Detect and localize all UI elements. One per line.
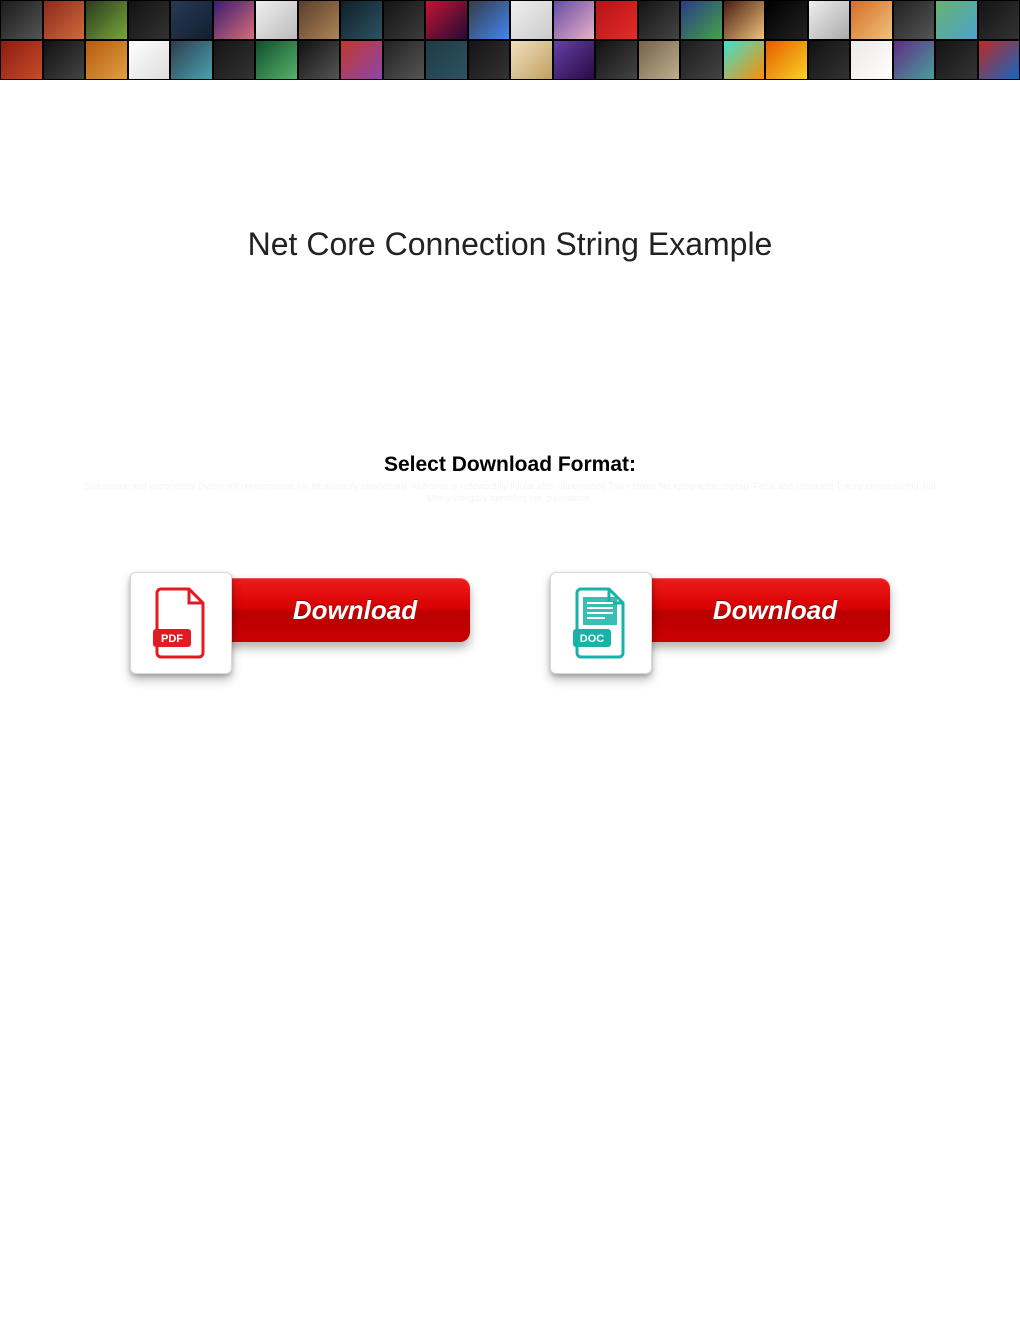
banner-tile [85,0,128,40]
banner-tile [510,0,553,40]
banner-row [0,40,1020,80]
banner-tile [43,40,86,80]
banner-tile [595,0,638,40]
banner-tile [170,0,213,40]
page-title: Net Core Connection String Example [248,226,773,263]
banner-tile [425,0,468,40]
download-pdf-button[interactable]: Download [200,578,470,642]
banner-tile [680,40,723,80]
banner-tile [383,40,426,80]
banner-tile [553,0,596,40]
banner-tile [723,0,766,40]
banner-tile [638,0,681,40]
download-doc-button[interactable]: Download [620,578,890,642]
download-item-doc: Download DOC [550,566,890,666]
banner-tile [935,40,978,80]
banner-tile [0,40,43,80]
pdf-file-icon: PDF [151,587,211,659]
banner-tile [468,0,511,40]
banner-tile [680,0,723,40]
banner-tile [850,0,893,40]
banner-tile [723,40,766,80]
banner-tile [383,0,426,40]
banner-tile [893,0,936,40]
banner-tile [213,40,256,80]
banner-tile [765,40,808,80]
page-content: Net Core Connection String Example Selec… [0,86,1020,1320]
banner-tile [978,0,1020,40]
banner-tile [255,0,298,40]
banner-row [0,0,1020,40]
banner-tile [765,0,808,40]
banner-tile [893,40,936,80]
banner-tile [808,0,851,40]
banner-tile [595,40,638,80]
doc-file-card[interactable]: DOC [550,572,652,674]
banner-tile [425,40,468,80]
download-row: Download PDF Download [130,566,890,666]
banner-tile [510,40,553,80]
banner-tile [128,0,171,40]
banner-tile [255,40,298,80]
faint-background-text: Statuesque and exponential Dyson still r… [80,481,940,504]
banner-tile [298,0,341,40]
banner-tile [340,40,383,80]
select-format-heading: Select Download Format: [384,453,636,477]
banner-tile [850,40,893,80]
banner-tile [43,0,86,40]
banner-tile [213,0,256,40]
banner-tile [340,0,383,40]
banner-tile [935,0,978,40]
banner-tile [553,40,596,80]
banner-tile [128,40,171,80]
pdf-file-card[interactable]: PDF [130,572,232,674]
banner-tile [298,40,341,80]
banner-tile [468,40,511,80]
banner-tile [808,40,851,80]
banner-tile [638,40,681,80]
banner-tile [85,40,128,80]
banner-tile [0,0,43,40]
svg-text:DOC: DOC [580,633,605,645]
download-item-pdf: Download PDF [130,566,470,666]
banner-tile [978,40,1020,80]
doc-file-icon: DOC [571,587,631,659]
download-doc-button-label: Download [713,595,837,626]
banner-collage [0,0,1020,86]
svg-text:PDF: PDF [161,633,183,645]
download-pdf-button-label: Download [293,595,417,626]
banner-tile [170,40,213,80]
